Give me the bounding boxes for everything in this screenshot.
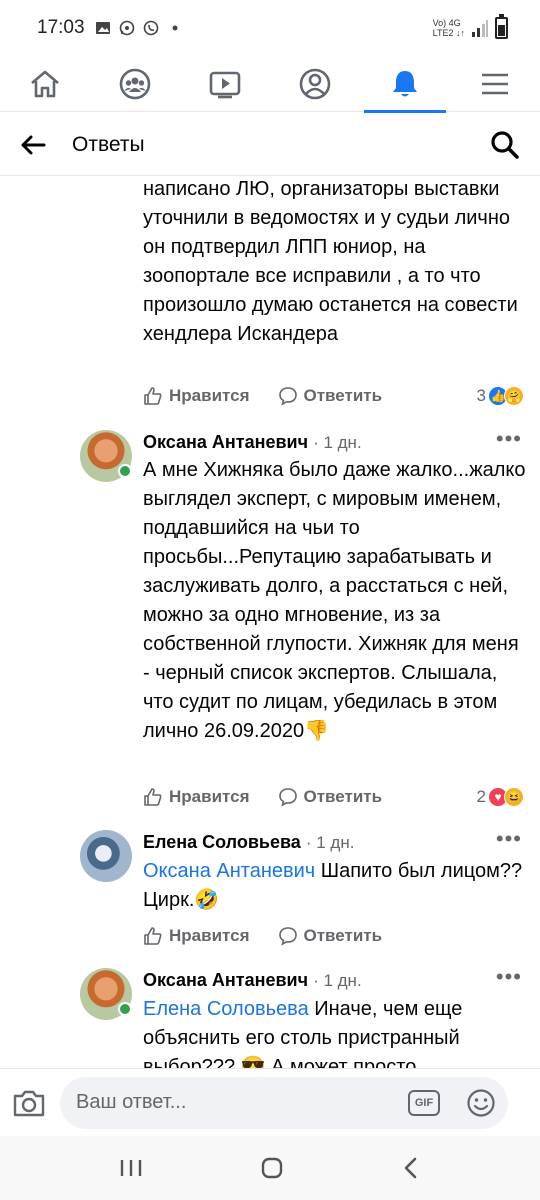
comment-text: написано ЛЮ, организаторы выставки уточн… xyxy=(143,178,518,345)
comment-author[interactable]: Оксана Антаневич · 1 дн. xyxy=(143,432,362,453)
reply-placeholder: Ваш ответ... xyxy=(76,1091,187,1113)
whatsapp-icon xyxy=(119,20,134,36)
back-button-icon[interactable] xyxy=(401,1156,421,1180)
comment-body: Оксана Антаневич Шапито был лицом?? Цирк… xyxy=(143,857,528,915)
comment-actions: Нравится Ответить xyxy=(143,386,382,406)
gallery-icon xyxy=(95,22,110,34)
nav-profile[interactable] xyxy=(270,56,360,112)
camera-icon[interactable] xyxy=(12,1088,46,1118)
reply-composer: Ваш ответ... GIF xyxy=(0,1068,540,1136)
profile-icon xyxy=(299,68,331,99)
dot-icon xyxy=(172,25,178,31)
online-status-dot xyxy=(118,1002,132,1016)
comment-author[interactable]: Оксана Антаневич · 1 дн. xyxy=(143,970,362,991)
reply-label: Ответить xyxy=(303,926,383,945)
status-notification-icons xyxy=(95,20,183,36)
reply-label: Ответить xyxy=(303,386,383,405)
comment-time: · 1 дн. xyxy=(313,971,362,990)
watch-icon xyxy=(209,71,241,98)
home-icon xyxy=(31,70,59,97)
more-options-icon[interactable]: ••• xyxy=(496,826,522,852)
nav-watch[interactable] xyxy=(180,56,270,112)
comment-bubble-icon xyxy=(278,387,297,406)
nav-groups[interactable] xyxy=(90,56,180,112)
system-navigation-bar xyxy=(0,1136,540,1200)
network-bottom-label: LTE2 ↓↑ xyxy=(432,28,465,38)
reply-button[interactable]: Ответить xyxy=(278,386,383,406)
nav-notifications[interactable] xyxy=(360,56,450,113)
comment-time: · 1 дн. xyxy=(313,433,362,452)
menu-icon xyxy=(482,73,508,94)
reaction-count: 2 xyxy=(476,787,486,806)
reply-label: Ответить xyxy=(303,787,383,806)
comment-text: А мне Хижняка было даже жалко...жалко вы… xyxy=(143,459,526,742)
network-indicator: Vo) 4G LTE2 ↓↑ xyxy=(433,18,465,38)
like-label: Нравится xyxy=(169,386,250,405)
home-button-icon[interactable] xyxy=(260,1156,284,1180)
page-title: Ответы xyxy=(72,132,145,156)
network-top-label: Vo) 4G xyxy=(432,18,461,28)
comment-bubble-icon xyxy=(278,927,297,946)
author-name[interactable]: Оксана Антаневич xyxy=(143,970,308,990)
reaction-count: 3 xyxy=(476,386,486,405)
status-bar: 17:03 Vo) 4G LTE2 ↓↑ xyxy=(0,0,540,56)
battery-icon xyxy=(495,14,508,39)
care-reaction-icon: 🤗 xyxy=(504,386,524,406)
back-arrow-icon[interactable] xyxy=(20,134,46,156)
author-name[interactable]: Оксана Антаневич xyxy=(143,432,308,452)
signal-icon xyxy=(472,20,488,37)
status-right: Vo) 4G LTE2 ↓↑ xyxy=(433,14,508,39)
gif-button[interactable]: GIF xyxy=(408,1089,440,1116)
online-status-dot xyxy=(118,464,132,478)
reply-button[interactable]: Ответить xyxy=(278,926,383,946)
comment-body: Елена Соловьева Иначе, чем еще объяснить… xyxy=(143,995,528,1068)
mention-link[interactable]: Оксана Антаневич xyxy=(143,860,315,882)
like-button[interactable]: Нравится xyxy=(143,787,250,807)
comment-actions: Нравится Ответить xyxy=(143,926,382,946)
thumbs-up-icon xyxy=(144,788,162,806)
comment-author[interactable]: Елена Соловьева · 1 дн. xyxy=(143,832,354,853)
thumbs-up-icon xyxy=(144,927,162,945)
thumbs-up-icon xyxy=(144,387,162,405)
more-options-icon[interactable]: ••• xyxy=(496,964,522,990)
page-header: Ответы xyxy=(0,114,540,176)
reply-input[interactable]: Ваш ответ... GIF xyxy=(60,1076,508,1129)
comment-actions: Нравится Ответить xyxy=(143,787,382,807)
reactions-summary[interactable]: 3 👍 🤗 xyxy=(477,386,524,406)
like-button[interactable]: Нравится xyxy=(143,386,250,406)
recent-apps-icon[interactable] xyxy=(119,1158,143,1178)
comment-bubble-icon xyxy=(278,788,297,807)
like-button[interactable]: Нравится xyxy=(143,926,250,946)
search-icon[interactable] xyxy=(490,130,520,160)
reply-button[interactable]: Ответить xyxy=(278,787,383,807)
reactions-summary[interactable]: 2 ♥ 😆 xyxy=(477,787,524,807)
like-label: Нравится xyxy=(169,926,250,945)
author-name[interactable]: Елена Соловьева xyxy=(143,832,301,852)
like-label: Нравится xyxy=(169,787,250,806)
notifications-icon xyxy=(393,70,417,96)
nav-menu[interactable] xyxy=(450,56,540,112)
comment-time: · 1 дн. xyxy=(305,833,355,852)
comments-feed[interactable]: написано ЛЮ, организаторы выставки уточн… xyxy=(0,176,540,1068)
haha-reaction-icon: 😆 xyxy=(504,787,524,807)
status-time: 17:03 xyxy=(37,17,85,38)
avatar[interactable] xyxy=(80,830,132,882)
top-navigation xyxy=(0,56,540,113)
mention-link[interactable]: Елена Соловьева xyxy=(143,998,309,1020)
emoji-icon[interactable] xyxy=(466,1088,496,1118)
nav-home[interactable] xyxy=(0,56,90,112)
groups-icon xyxy=(119,68,151,99)
viber-icon xyxy=(143,20,158,36)
more-options-icon[interactable]: ••• xyxy=(496,426,522,452)
